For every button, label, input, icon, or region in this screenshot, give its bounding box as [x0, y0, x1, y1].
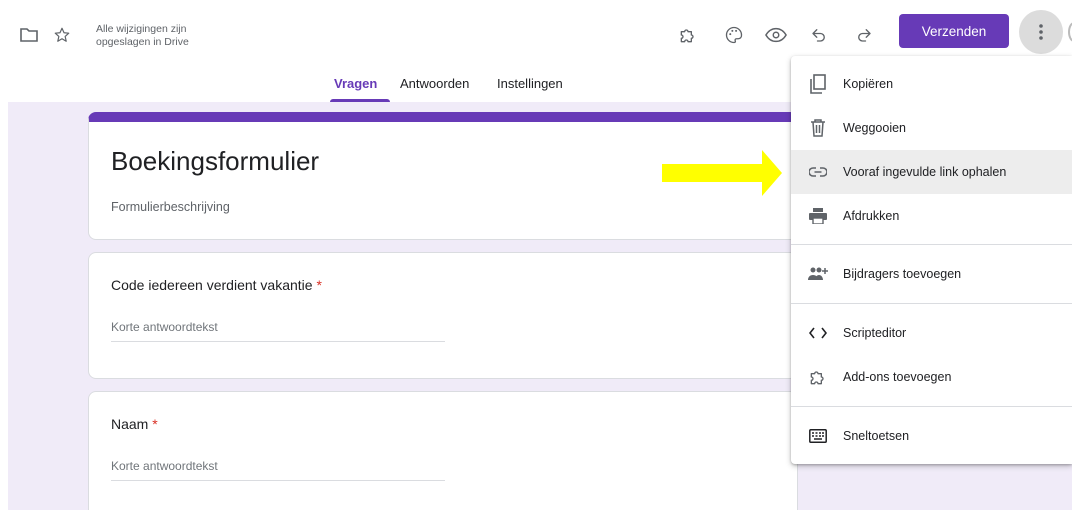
- menu-item-label: Scripteditor: [843, 326, 907, 340]
- palette-icon[interactable]: [723, 24, 745, 46]
- form-tabs: Vragen Antwoorden Instellingen: [0, 70, 790, 102]
- arrow-icon: [662, 150, 782, 196]
- answer-underline: [111, 341, 445, 342]
- trash-icon: [807, 117, 829, 139]
- menu-item-script-editor[interactable]: Scripteditor: [791, 311, 1072, 355]
- form-description[interactable]: Formulierbeschrijving: [111, 200, 230, 214]
- undo-icon[interactable]: [808, 24, 830, 46]
- question-card[interactable]: Naam * Korte antwoordtekst: [88, 391, 798, 510]
- menu-item-copy[interactable]: Kopiëren: [791, 62, 1072, 106]
- answer-underline: [111, 480, 445, 481]
- star-icon[interactable]: [51, 24, 73, 46]
- tab-questions[interactable]: Vragen: [334, 76, 377, 91]
- menu-item-label: Vooraf ingevulde link ophalen: [843, 165, 1007, 179]
- short-answer-placeholder: Korte antwoordtekst: [111, 459, 218, 473]
- addon-icon: [807, 366, 829, 388]
- question-label[interactable]: Code iedereen verdient vakantie *: [111, 277, 322, 293]
- menu-item-label: Kopiëren: [843, 77, 894, 91]
- code-icon: [807, 322, 829, 344]
- menu-item-print[interactable]: Afdrukken: [791, 194, 1072, 238]
- short-answer-placeholder: Korte antwoordtekst: [111, 320, 218, 334]
- keyboard-icon: [807, 425, 829, 447]
- menu-item-add-collaborators[interactable]: Bijdragers toevoegen: [791, 252, 1072, 296]
- menu-item-add-ons[interactable]: Add-ons toevoegen: [791, 355, 1072, 399]
- add-people-icon: [807, 263, 829, 285]
- preview-icon[interactable]: [765, 24, 787, 46]
- menu-item-shortcuts[interactable]: Sneltoetsen: [791, 414, 1072, 458]
- tab-settings[interactable]: Instellingen: [497, 76, 563, 91]
- required-mark: *: [316, 277, 322, 293]
- question-card[interactable]: Code iedereen verdient vakantie * Korte …: [88, 252, 798, 379]
- question-text: Code iedereen verdient vakantie: [111, 277, 313, 293]
- required-mark: *: [152, 416, 158, 432]
- menu-item-label: Sneltoetsen: [843, 429, 910, 443]
- question-text: Naam: [111, 416, 149, 432]
- copy-icon: [807, 73, 829, 95]
- menu-item-trash[interactable]: Weggooien: [791, 106, 1072, 150]
- send-button[interactable]: Verzenden: [899, 14, 1009, 48]
- avatar[interactable]: [1068, 22, 1072, 42]
- menu-divider: [791, 244, 1072, 245]
- link-icon: [807, 161, 829, 183]
- menu-item-label: Add-ons toevoegen: [843, 370, 952, 384]
- tab-responses[interactable]: Antwoorden: [400, 76, 469, 91]
- print-icon: [807, 205, 829, 227]
- more-options-menu: Kopiëren Weggooien Vooraf ingevulde link…: [791, 56, 1072, 464]
- more-vert-icon[interactable]: [1019, 10, 1063, 54]
- menu-item-prefilled-link[interactable]: Vooraf ingevulde link ophalen: [791, 150, 1072, 194]
- menu-item-label: Bijdragers toevoegen: [843, 267, 962, 281]
- menu-divider: [791, 303, 1072, 304]
- menu-item-label: Afdrukken: [843, 209, 900, 223]
- form-title[interactable]: Boekingsformulier: [111, 146, 319, 177]
- folder-icon[interactable]: [18, 24, 40, 46]
- addon-icon[interactable]: [677, 24, 699, 46]
- redo-icon[interactable]: [853, 24, 875, 46]
- menu-item-label: Weggooien: [843, 121, 907, 135]
- save-status: Alle wijzigingen zijn opgeslagen in Driv…: [96, 23, 189, 48]
- question-label[interactable]: Naam *: [111, 416, 158, 432]
- menu-divider: [791, 406, 1072, 407]
